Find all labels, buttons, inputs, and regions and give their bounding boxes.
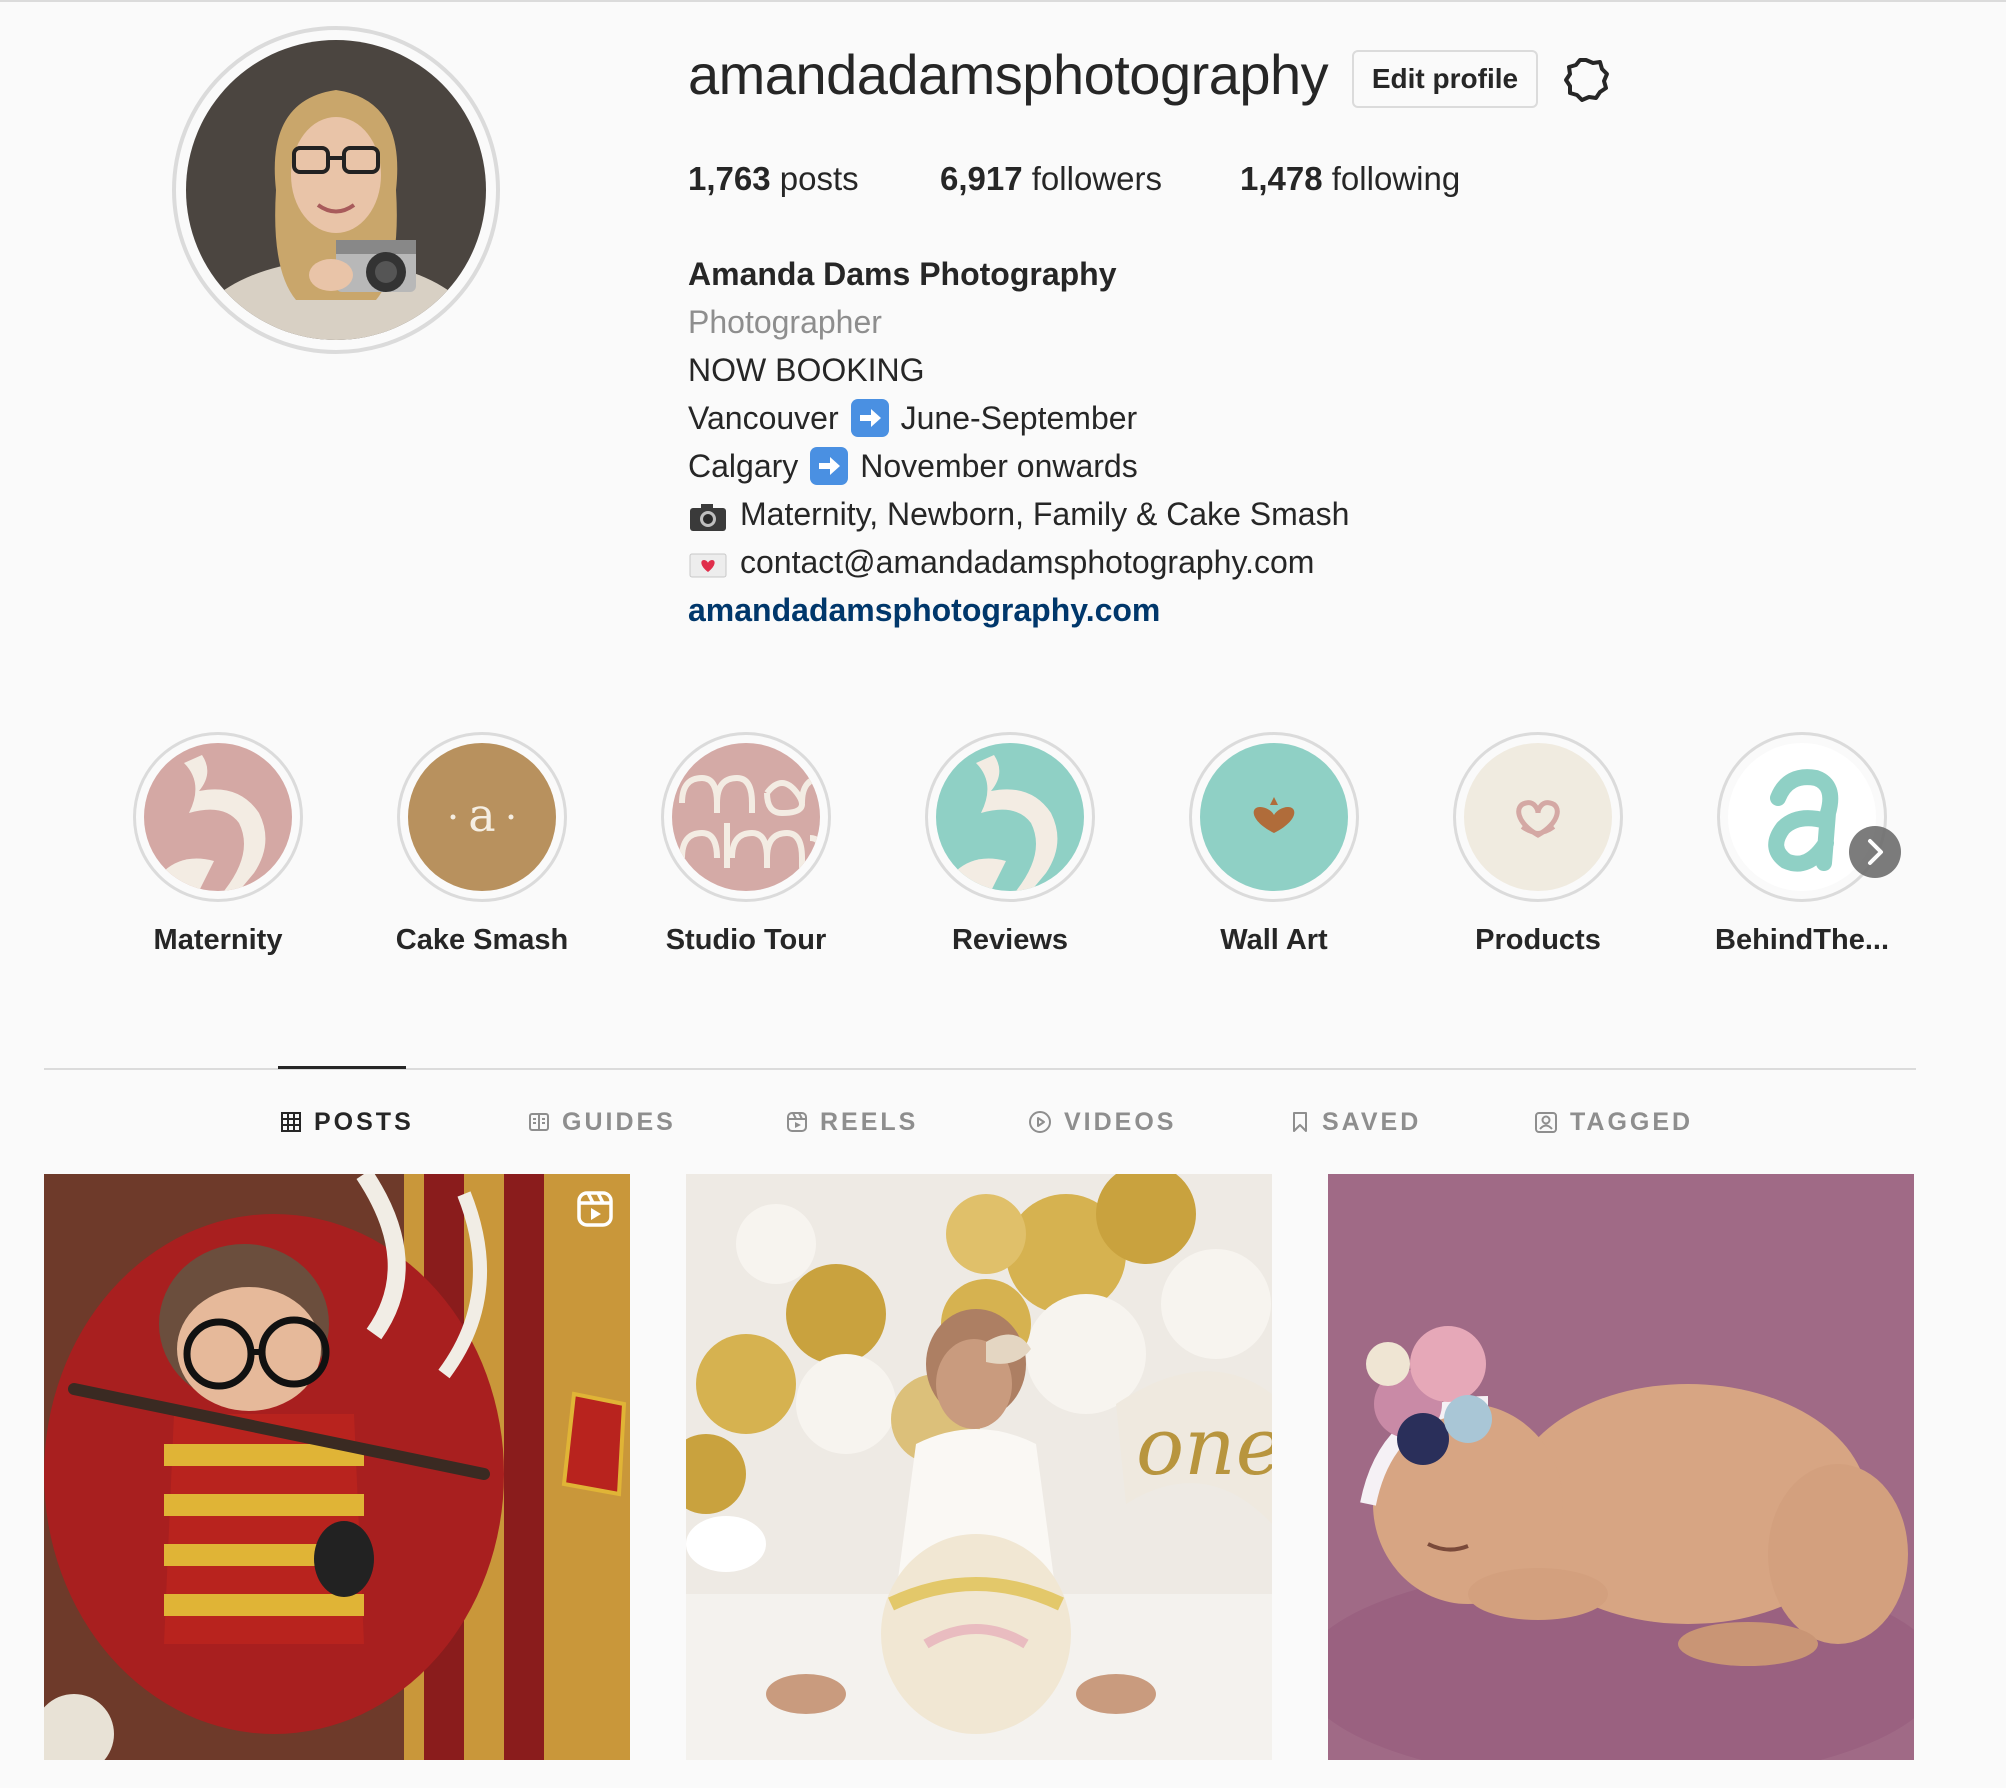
highlight-cover [144,743,292,891]
highlight-label: Reviews [951,924,1069,956]
highlight-cover: a [408,743,556,891]
highlight-label: Maternity [153,924,283,956]
play-icon [1029,1111,1051,1133]
bio-dates-vancouver: June-September [900,400,1138,436]
highlight-wall-art[interactable]: Wall Art [1164,732,1384,957]
category-label: Photographer [688,304,882,340]
following-stat[interactable]: 1,478 following [1240,160,1460,198]
highlight-ring [1189,732,1359,902]
bio-line-services: Maternity, Newborn, Family & Cake Smash [688,490,1349,538]
tab-label: POSTS [314,1107,414,1136]
tab-label: SAVED [1322,1107,1422,1136]
website-link[interactable]: amandadamsphotography.com [688,586,1349,634]
followers-stat[interactable]: 6,917 followers [940,160,1162,198]
highlight-cover [1200,743,1348,891]
chevron-right-icon [1868,839,1883,865]
posts-stat: 1,763 posts [688,160,859,198]
top-divider [0,0,2006,2]
tab-label: TAGGED [1570,1107,1694,1136]
tab-label: VIDEOS [1064,1107,1177,1136]
bio-line-contact: contact@amandadamsphotography.com [688,538,1349,586]
highlight-cover [672,743,820,891]
highlights-next-button[interactable] [1849,826,1901,878]
highlight-cover [936,743,1084,891]
highlight-products[interactable]: Products [1428,732,1648,957]
post-tile[interactable] [44,1174,630,1760]
bio: Amanda Dams Photography Photographer NOW… [688,250,1349,634]
tab-guides[interactable]: GUIDES [528,1106,676,1138]
post-image [44,1174,630,1760]
tab-tagged[interactable]: TAGGED [1534,1106,1693,1138]
following-count: 1,478 [1240,160,1323,197]
posts-label: posts [779,160,859,197]
tab-posts[interactable]: POSTS [280,1106,414,1138]
love-letter-icon [688,546,728,578]
highlight-label: Cake Smash [395,924,569,956]
highlight-label: Products [1475,924,1601,956]
post-image: one [686,1174,1272,1760]
username: amandadamsphotography [688,43,1329,106]
tab-videos[interactable]: VIDEOS [1028,1106,1176,1138]
bio-line-calgary: Calgary November onwards [688,442,1349,490]
edit-profile-button[interactable]: Edit profile [1352,50,1538,108]
bio-line-vancouver: Vancouver June-September [688,394,1349,442]
bookmark-icon [1293,1112,1307,1132]
bio-dates-calgary: November onwards [860,448,1138,484]
tab-saved[interactable]: SAVED [1290,1106,1421,1138]
bio-services-text: Maternity, Newborn, Family & Cake Smash [740,496,1350,532]
highlight-cover [1464,743,1612,891]
tab-reels[interactable]: REELS [786,1106,918,1138]
gear-icon[interactable] [1562,56,1610,104]
followers-label: followers [1031,160,1162,197]
highlight-reviews[interactable]: Reviews [900,732,1120,957]
post-tile[interactable]: one [686,1174,1272,1760]
highlight-ring [925,732,1095,902]
bio-line-booking: NOW BOOKING [688,352,925,388]
posts-count: 1,763 [688,160,771,197]
highlight-ring: a [397,732,567,902]
contact-email: contact@amandadamsphotography.com [740,544,1315,580]
right-arrow-icon [850,399,889,437]
followers-count: 6,917 [940,160,1023,197]
following-label: following [1331,160,1461,197]
post-tile[interactable] [1328,1174,1914,1760]
tab-label: REELS [820,1107,919,1136]
reel-icon [576,1190,614,1228]
avatar[interactable] [186,40,486,340]
svg-text:one: one [1136,1400,1272,1493]
camera-icon [688,498,728,531]
highlight-maternity[interactable]: Maternity [108,732,328,957]
tag-icon [1535,1112,1557,1133]
svg-text:a: a [468,788,495,842]
highlight-label: BehindThe... [1715,924,1889,956]
highlight-ring [133,732,303,902]
post-image [1328,1174,1914,1760]
highlight-cake-smash[interactable]: a Cake Smash [372,732,592,957]
active-tab-indicator [278,1066,406,1069]
highlight-studio-tour[interactable]: Studio Tour [636,732,856,957]
reels-icon [787,1112,807,1132]
highlight-ring [661,732,831,902]
right-arrow-icon [810,447,849,485]
guide-icon [529,1113,549,1131]
tab-label: GUIDES [562,1107,676,1136]
grid-icon [281,1112,301,1132]
highlight-label: Wall Art [1220,924,1328,956]
highlight-ring [1453,732,1623,902]
bio-city-calgary: Calgary [688,448,799,484]
bio-city-vancouver: Vancouver [688,400,839,436]
display-name: Amanda Dams Photography [688,256,1117,292]
highlight-label: Studio Tour [665,924,827,956]
